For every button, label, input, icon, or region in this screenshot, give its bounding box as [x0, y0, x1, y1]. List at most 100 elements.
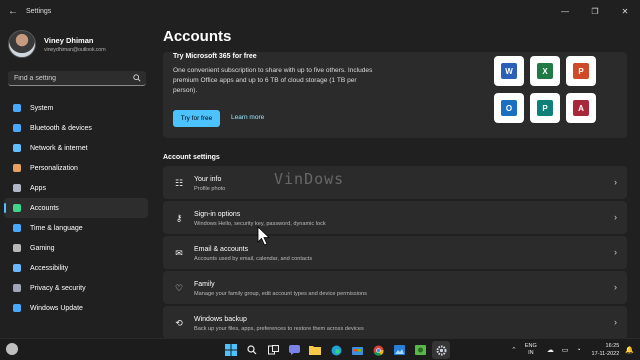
taskbar-search-icon[interactable]: [243, 341, 261, 359]
sidebar-item-gaming[interactable]: Gaming: [4, 238, 148, 258]
accessibility-icon: [12, 263, 22, 273]
search-box[interactable]: [8, 71, 146, 86]
region-code: IN: [528, 350, 534, 356]
mouse-cursor-icon: [257, 226, 270, 246]
microsoft-365-promo: Try Microsoft 365 for free One convenien…: [163, 52, 627, 138]
close-button[interactable]: ✕: [610, 0, 640, 22]
sidebar-item-accounts[interactable]: Accounts: [4, 198, 148, 218]
app-letter: O: [501, 100, 517, 116]
word-icon: W: [494, 56, 524, 86]
bluetooth-icon: [12, 123, 22, 133]
clock[interactable]: 16:25 17-11-2022: [592, 342, 620, 358]
app-letter: W: [501, 63, 517, 79]
apps-icon: [12, 183, 22, 193]
row-title: Email & accounts: [194, 246, 249, 253]
profile-card[interactable]: Viney Dhiman vineydhiman@outlook.com: [8, 30, 106, 58]
outlook-icon: O: [494, 93, 524, 123]
row-title: Family: [194, 281, 215, 288]
settings-gear-icon[interactable]: [432, 341, 450, 359]
try-for-free-button[interactable]: Try for free: [173, 110, 220, 127]
settings-row-sign-in-options[interactable]: ⚷ Sign-in options Windows Hello, security …: [163, 201, 627, 234]
back-arrow-icon[interactable]: ←: [8, 6, 22, 17]
sidebar-item-label: Windows Update: [30, 304, 83, 312]
powerpoint-icon: P: [566, 56, 596, 86]
monitor-icon: [12, 103, 22, 113]
promo-title: Try Microsoft 365 for free: [173, 53, 257, 60]
settings-row-email-accounts[interactable]: ✉ Email & accounts Accounts used by email,…: [163, 236, 627, 269]
wifi-icon: [12, 143, 22, 153]
sidebar-item-personalization[interactable]: Personalization: [4, 158, 148, 178]
chrome-icon[interactable]: [369, 341, 387, 359]
sidebar-item-accessibility[interactable]: Accessibility: [4, 258, 148, 278]
maximize-button[interactable]: ❐: [580, 0, 610, 22]
watermark: VinDows: [274, 170, 345, 188]
task-view-icon[interactable]: [264, 341, 282, 359]
search-icon[interactable]: [133, 74, 141, 82]
window-controls: — ❐ ✕: [550, 0, 640, 22]
excel-icon: X: [530, 56, 560, 86]
settings-row-family[interactable]: ♡ Family Manage your family group, edit ac…: [163, 271, 627, 304]
photos-icon[interactable]: [390, 341, 408, 359]
person-icon: [12, 203, 22, 213]
sidebar-item-label: Time & language: [30, 224, 83, 232]
avatar[interactable]: [8, 30, 36, 58]
edge-icon[interactable]: [327, 341, 345, 359]
app-letter: P: [573, 63, 589, 79]
settings-row-windows-backup[interactable]: ⟲ Windows backup Back up your files, apps,…: [163, 306, 627, 339]
row-title: Your info: [194, 176, 222, 183]
sidebar-item-network-internet[interactable]: Network & internet: [4, 138, 148, 158]
app-letter: A: [573, 100, 589, 116]
sidebar-item-time-language[interactable]: Time & language: [4, 218, 148, 238]
sidebar-item-windows-update[interactable]: Windows Update: [4, 298, 148, 318]
sidebar-item-label: Apps: [30, 184, 46, 192]
chevron-right-icon: ›: [614, 212, 617, 222]
taskbar-apps: [222, 341, 453, 359]
sidebar-nav: System Bluetooth & devices Network & inter…: [4, 98, 148, 318]
learn-more-link[interactable]: Learn more: [231, 114, 264, 121]
brush-icon: [12, 163, 22, 173]
language-code: ENG: [524, 343, 537, 349]
network-volume-battery-icons[interactable]: ☁ ▭ ◔: [547, 346, 584, 354]
start-icon[interactable]: [222, 341, 240, 359]
person-card-icon: ☷: [174, 177, 184, 188]
weather-icon[interactable]: [6, 343, 18, 355]
search-input[interactable]: [14, 74, 124, 82]
show-hidden-icons-chevron-icon[interactable]: ⌃: [511, 346, 517, 354]
row-title: Windows backup: [194, 316, 247, 323]
globe-clock-icon: [12, 223, 22, 233]
app-letter: P: [537, 100, 553, 116]
settings-row-your-info[interactable]: ☷ Your info Profile photo ›: [163, 166, 627, 199]
backup-icon: ⟲: [175, 317, 183, 328]
sidebar-item-label: Gaming: [30, 244, 55, 252]
row-description: Profile photo: [194, 186, 226, 192]
clock-time: 16:25: [605, 343, 620, 349]
notification-bell-icon[interactable]: 🔔: [625, 346, 634, 354]
sidebar-item-label: Personalization: [30, 164, 78, 172]
row-description: Accounts used by email, calendar, and co…: [194, 256, 313, 262]
sidebar-item-system[interactable]: System: [4, 98, 148, 118]
update-icon: [12, 303, 22, 313]
sidebar-item-apps[interactable]: Apps: [4, 178, 148, 198]
language-indicator[interactable]: ENG IN: [525, 343, 537, 357]
sidebar-item-bluetooth-devices[interactable]: Bluetooth & devices: [4, 118, 148, 138]
file-explorer-icon[interactable]: [306, 341, 324, 359]
profile-email: vineydhiman@outlook.com: [44, 46, 106, 53]
sidebar-item-label: Privacy & security: [30, 284, 86, 292]
heart-icon: ♡: [174, 282, 184, 293]
sidebar-item-label: Bluetooth & devices: [30, 124, 92, 132]
access-icon: A: [566, 93, 596, 123]
minimize-button[interactable]: —: [550, 0, 580, 22]
sidebar-item-label: Accessibility: [30, 264, 69, 272]
mail-icon: ✉: [175, 247, 183, 258]
store-icon[interactable]: [348, 341, 366, 359]
teams-chat-icon[interactable]: [285, 341, 303, 359]
shield-icon: [12, 283, 22, 293]
section-title: Account settings: [163, 154, 220, 161]
sidebar-item-privacy-security[interactable]: Privacy & security: [4, 278, 148, 298]
greenshot-icon[interactable]: [411, 341, 429, 359]
row-description: Back up your files, apps, preferences to…: [194, 326, 364, 332]
sidebar: Viney Dhiman vineydhiman@outlook.com Sys…: [0, 22, 150, 338]
page-title: Accounts: [163, 28, 232, 45]
promo-description: One convenient subscription to share wit…: [173, 67, 373, 94]
title-bar: ← Settings — ❐ ✕: [0, 0, 640, 22]
